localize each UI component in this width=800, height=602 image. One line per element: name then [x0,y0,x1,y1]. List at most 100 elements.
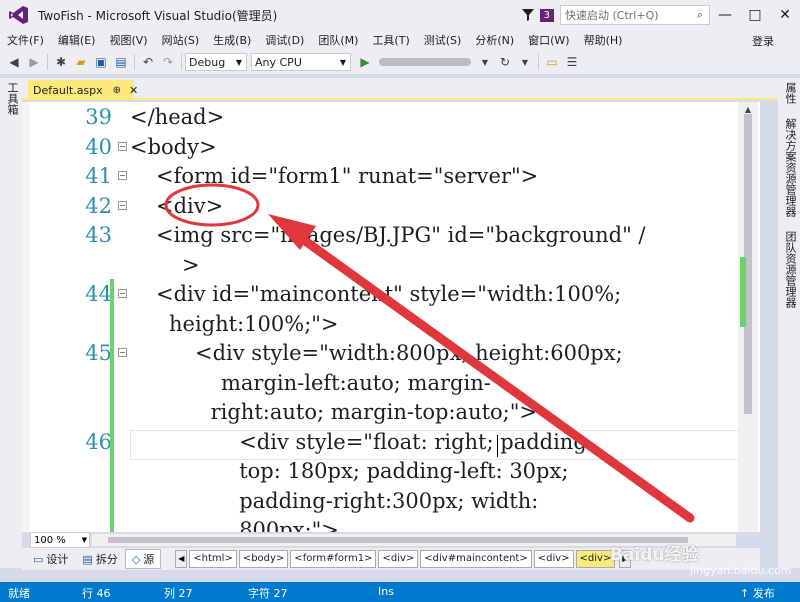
code-line[interactable]: 800px;"> [22,515,760,532]
menu-edit[interactable]: 编辑(E) [51,32,103,48]
solution-explorer-tab[interactable]: 解决方案资源管理器 [782,118,798,217]
collapse-icon[interactable]: − [118,348,127,357]
code-line[interactable]: 41− <form id="form1" runat="server"> [22,161,760,191]
redo-icon[interactable]: ↷ [158,52,178,72]
toolbar-separator [134,54,135,70]
status-line: 行 46 [82,587,111,600]
line-number: 43 [85,223,112,247]
filter-icon[interactable] [518,5,538,25]
tab-default-aspx[interactable]: Default.aspx ⊕ ✕ [28,80,138,100]
undo-icon[interactable]: ↶ [138,52,158,72]
collapse-icon[interactable]: − [118,289,127,298]
chevron-down-icon[interactable]: ▼ [515,52,535,72]
properties-tab[interactable]: 属性 [782,82,798,104]
format-icon[interactable]: ☰ [562,52,582,72]
menu-team[interactable]: 团队(M) [311,32,365,48]
vertical-scrollbar[interactable]: ▲ [738,102,758,532]
notification-badge[interactable]: 3 [539,8,554,22]
line-number: 41 [85,164,112,188]
code-line[interactable]: height:100%;"> [22,309,760,339]
visual-studio-logo-icon [6,2,32,28]
code-text: <div id="maincontent" style="width:100%; [156,282,622,306]
source-view-button[interactable]: ◇ 源 [124,549,162,569]
split-label: 拆分 [95,553,118,566]
collapse-icon[interactable]: − [118,200,127,210]
current-line-highlight [130,430,752,460]
chevron-down-icon[interactable]: ▼ [475,52,495,72]
code-line[interactable]: 42− <div> [22,191,760,221]
code-text: > [182,252,200,277]
toolbox-strip: 工具箱 [0,78,22,568]
menu-test[interactable]: 测试(S) [417,32,469,48]
breadcrumb-div[interactable]: <div> [378,550,419,568]
collapse-icon[interactable]: − [118,141,127,151]
code-text: <div> [156,193,224,218]
start-debug-icon[interactable]: ▶ [355,52,375,72]
menu-website[interactable]: 网站(S) [155,32,207,48]
breadcrumb-form[interactable]: <form#form1> [290,550,377,568]
status-ready: 就绪 [8,587,30,600]
pin-icon[interactable]: ⊕ [113,85,121,96]
breadcrumb-div[interactable]: <div> [533,550,574,568]
solution-config-select[interactable]: Debug ▼ [185,53,247,71]
document-tab-row: Default.aspx ⊕ ✕ [22,78,778,100]
team-explorer-tab[interactable]: 团队资源管理器 [782,231,798,308]
platform-select[interactable]: Any CPU ▼ [251,53,351,71]
split-view-button[interactable]: ▤ 拆分 [75,549,124,569]
save-icon[interactable]: ▣ [91,52,111,72]
forward-icon[interactable]: ▶ [24,52,44,72]
menu-help[interactable]: 帮助(H) [577,32,630,48]
breadcrumb-html[interactable]: <html> [189,550,237,568]
maximize-button[interactable]: □ [740,7,770,23]
breadcrumb-maincontent[interactable]: <div#maincontent> [420,550,532,568]
code-line[interactable]: 39 </head> [22,102,760,132]
scroll-thumb[interactable] [108,537,688,543]
code-line[interactable]: > [22,250,760,280]
code-line[interactable]: margin-left:auto; margin-↩ [22,368,760,398]
line-number: 45 [85,341,112,365]
code-line[interactable]: top: 180px; padding-left: 30px;↩ [22,456,760,486]
menu-tools[interactable]: 工具(T) [365,32,416,48]
code-line[interactable]: 45− <div style="width:800px; height:600px… [22,338,760,368]
menu-file[interactable]: 文件(F) [0,32,51,48]
text-caret [497,435,498,457]
bookmark-icon[interactable]: ▭ [542,52,562,72]
quick-launch-input[interactable]: 快速启动 (Ctrl+Q) ⌕ [560,5,710,25]
code-line[interactable]: right:auto; margin-top:auto;"> [22,397,760,427]
zoom-select[interactable]: 100 % ▼ [30,532,90,548]
code-line[interactable]: padding-right:300px; width:↩ [22,486,760,516]
toolbox-tab[interactable]: 工具箱 [4,82,20,115]
menu-view[interactable]: 视图(V) [102,32,154,48]
line-number: 39 [85,105,112,129]
tab-label: Default.aspx [33,83,103,97]
source-icon: ◇ [131,552,141,566]
toolbar: ◀ ▶ ✱ ▰ ▣ ▤ ↶ ↷ Debug ▼ Any CPU ▼ ▶ ▼ ↻ … [0,50,800,74]
code-text: margin-left:auto; margin- [221,370,491,395]
menu-window[interactable]: 窗口(W) [521,32,576,48]
code-editor[interactable]: 39 </head> 40− <body> 41− <form id="form1" ru… [22,102,760,532]
refresh-icon[interactable]: ↻ [495,52,515,72]
new-project-icon[interactable]: ✱ [51,52,71,72]
menu-debug[interactable]: 调试(D) [258,32,311,48]
collapse-icon[interactable]: − [118,171,127,180]
close-icon[interactable]: ✕ [129,84,138,97]
publish-button[interactable]: ↑ 发布 [740,585,775,601]
search-icon[interactable]: ⌕ [691,8,709,22]
window-title: TwoFish - Microsoft Visual Studio(管理员) [38,8,278,23]
menu-build[interactable]: 生成(B) [206,32,258,48]
code-line[interactable]: 44− <div id="maincontent" style="width:10… [22,279,760,309]
code-line[interactable]: 43 <img src="images/BJ.JPG" id="backgroun… [22,220,760,250]
breadcrumb-body[interactable]: <body> [238,550,289,568]
login-link[interactable]: 登录 [752,33,774,49]
code-text: <form id="form1" runat="server"> [156,164,539,188]
close-button[interactable]: ✕ [770,7,800,23]
solution-config-value: Debug [189,55,226,69]
code-line[interactable]: 40− <body> [22,132,760,162]
breadcrumb-prev-icon[interactable]: ◀ [175,550,188,568]
menu-analyze[interactable]: 分析(N) [468,32,521,48]
minimize-button[interactable]: — [710,7,740,23]
design-view-button[interactable]: ▭ 设计 [26,549,75,569]
back-icon[interactable]: ◀ [4,52,24,72]
save-all-icon[interactable]: ▤ [111,52,131,72]
open-file-icon[interactable]: ▰ [71,52,91,72]
